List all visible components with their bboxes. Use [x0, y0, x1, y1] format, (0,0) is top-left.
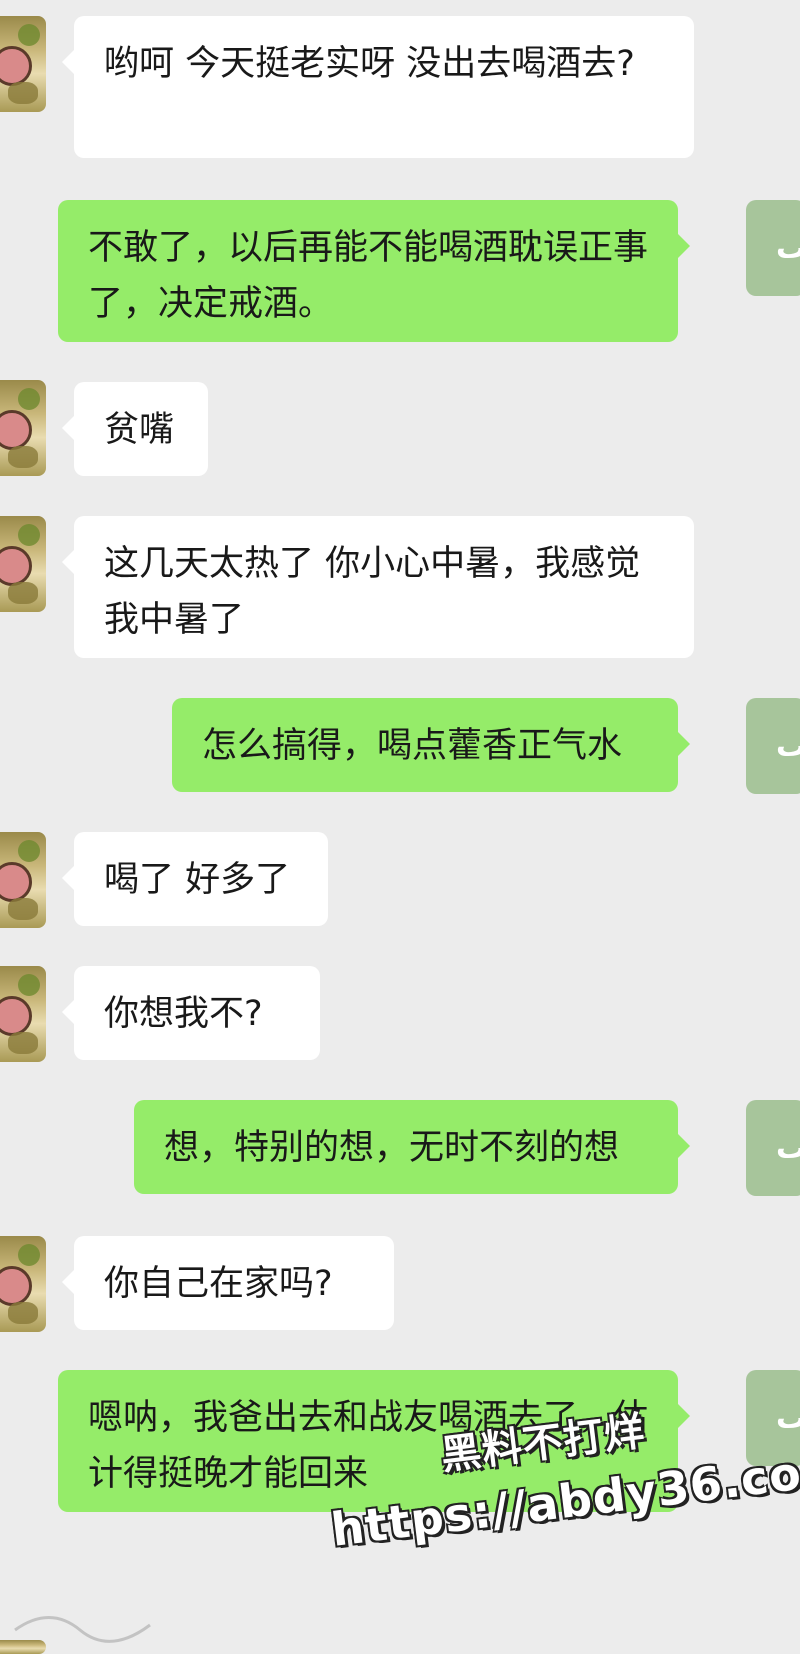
contact-avatar[interactable] — [0, 516, 46, 612]
message-bubble-incoming[interactable]: 这几天太热了 你小心中暑，我感觉我中暑了 — [62, 516, 694, 658]
message-bubble-incoming[interactable]: 你想我不? — [62, 966, 320, 1060]
scribble-decoration — [14, 1616, 151, 1643]
contact-avatar[interactable] — [0, 380, 46, 476]
self-avatar-glyph: ٮ — [776, 729, 800, 764]
message-bubble-incoming[interactable]: 贫嘴 — [62, 382, 208, 476]
self-avatar[interactable]: ٮ — [746, 200, 800, 296]
message-bubble-outgoing[interactable]: 不敢了，以后再能不能喝酒耽误正事了，决定戒酒。 — [58, 200, 690, 342]
message-bubble-outgoing[interactable]: 想，特别的想，无时不刻的想 — [134, 1100, 690, 1194]
chat-conversation: 哟呵 今天挺老实呀 没出去喝酒去? 不敢了，以后再能不能喝酒耽误正事了，决定戒酒… — [0, 0, 800, 1654]
self-avatar[interactable]: ٮ — [746, 1100, 800, 1196]
contact-avatar[interactable] — [0, 966, 46, 1062]
contact-avatar[interactable] — [0, 832, 46, 928]
contact-avatar[interactable] — [0, 16, 46, 112]
self-avatar[interactable]: ٮ — [746, 698, 800, 794]
self-avatar-glyph: ٮ — [776, 231, 800, 266]
message-bubble-incoming[interactable]: 哟呵 今天挺老实呀 没出去喝酒去? — [62, 16, 694, 158]
contact-avatar[interactable] — [0, 1236, 46, 1332]
message-bubble-incoming[interactable]: 喝了 好多了 — [62, 832, 328, 926]
message-bubble-outgoing[interactable]: 怎么搞得，喝点藿香正气水 — [172, 698, 690, 792]
message-bubble-incoming[interactable]: 你自己在家吗? — [62, 1236, 394, 1330]
self-avatar-glyph: ٮ — [776, 1131, 800, 1166]
